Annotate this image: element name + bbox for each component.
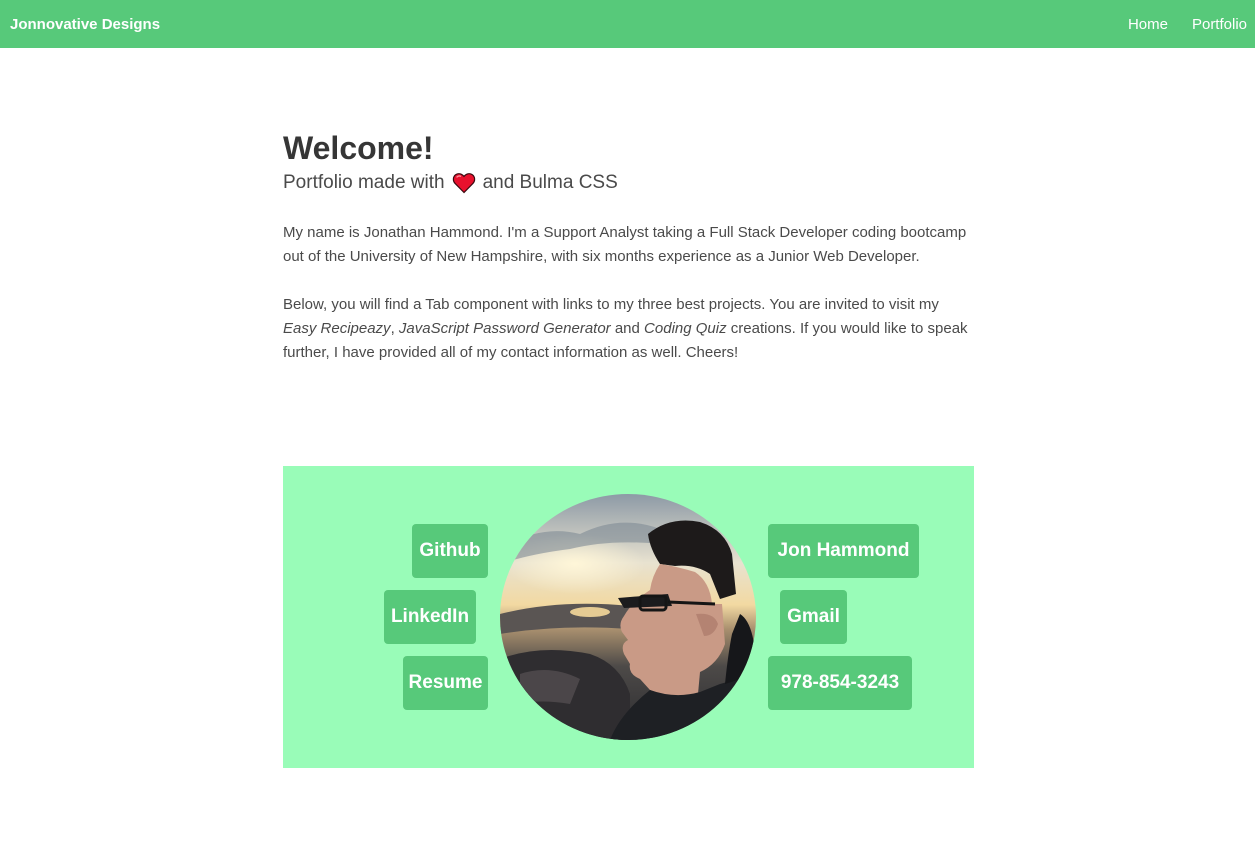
name-button[interactable]: Jon Hammond bbox=[768, 524, 919, 578]
project-coding-quiz: Coding Quiz bbox=[644, 320, 727, 337]
linkedin-button[interactable]: LinkedIn bbox=[384, 590, 476, 644]
about-text: , bbox=[390, 320, 399, 337]
about-paragraph-2: Below, you will find a Tab component wit… bbox=[283, 293, 975, 365]
subtitle-text-before: Portfolio made with bbox=[283, 172, 445, 193]
profile-photo-image bbox=[500, 494, 756, 740]
gmail-button[interactable]: Gmail bbox=[780, 590, 847, 644]
profile-photo bbox=[500, 494, 756, 740]
about-text: and bbox=[610, 320, 645, 337]
page-subtitle: Portfolio made with and Bulma CSS bbox=[283, 168, 975, 198]
heart-icon bbox=[452, 173, 475, 194]
nav-portfolio-link[interactable]: Portfolio bbox=[1192, 16, 1247, 33]
phone-button[interactable]: 978-854-3243 bbox=[768, 656, 912, 710]
navbar: Jonnovative Designs Home Portfolio bbox=[0, 0, 1255, 48]
nav-links: Home Portfolio bbox=[1104, 0, 1255, 48]
about-paragraph-1: My name is Jonathan Hammond. I'm a Suppo… bbox=[283, 224, 967, 265]
github-button[interactable]: Github bbox=[412, 524, 488, 578]
about-text: Below, you will find a Tab component wit… bbox=[283, 296, 939, 313]
contact-panel: Github LinkedIn Resume Jon Hammond Gmail… bbox=[283, 466, 974, 768]
project-easy-recipeazy: Easy Recipeazy bbox=[283, 320, 391, 337]
subtitle-text-after: and Bulma CSS bbox=[482, 172, 618, 193]
nav-home-link[interactable]: Home bbox=[1128, 16, 1168, 33]
page-title: Welcome! bbox=[283, 130, 434, 166]
project-password-generator: JavaScript Password Generator bbox=[398, 320, 611, 337]
intro-section: Welcome! Portfolio made with and Bulma C… bbox=[283, 128, 975, 365]
resume-button[interactable]: Resume bbox=[403, 656, 488, 710]
brand-logo[interactable]: Jonnovative Designs bbox=[10, 16, 160, 33]
